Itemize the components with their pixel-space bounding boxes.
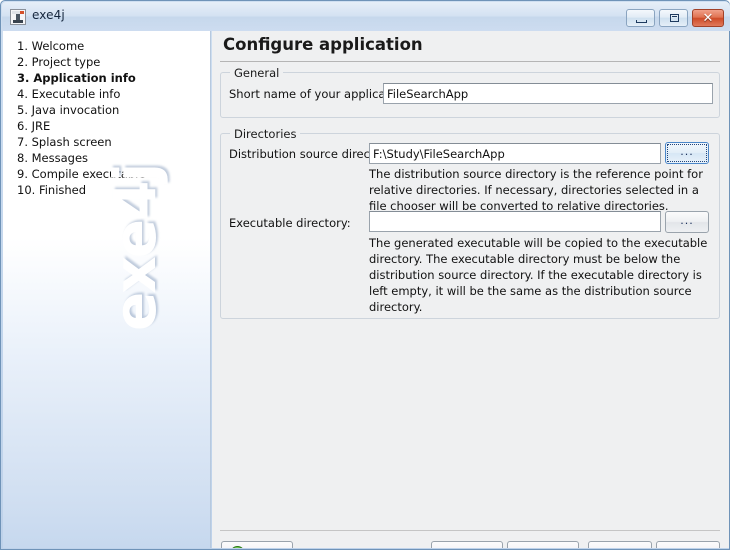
finish-button-label: Finish <box>589 546 651 548</box>
close-icon: ✕ <box>702 11 714 26</box>
executable-directory-label: Executable directory: <box>229 216 351 230</box>
help-button[interactable]: Help <box>221 541 293 548</box>
maximize-icon <box>670 14 679 22</box>
help-button-label: Help <box>242 546 288 548</box>
app-icon <box>10 9 26 25</box>
back-button[interactable]: Back <box>431 541 503 548</box>
ellipsis-icon: ... <box>680 145 694 158</box>
executable-directory-help: The generated executable will be copied … <box>369 236 708 314</box>
distribution-source-directory-help: The distribution source directory is the… <box>369 167 703 213</box>
directories-group-legend: Directories <box>230 127 301 141</box>
executable-directory-browse-button[interactable]: ... <box>665 211 709 233</box>
main-content-panel: Configure application General Short name… <box>212 31 729 548</box>
next-button-label: Next <box>508 546 564 548</box>
cancel-button[interactable]: Cancel <box>656 541 720 548</box>
title-divider <box>220 61 720 62</box>
sidebar-item-messages[interactable]: 8. Messages <box>17 151 88 165</box>
sidebar-item-java-invocation[interactable]: 5. Java invocation <box>17 103 119 117</box>
minimize-icon <box>636 20 647 23</box>
sidebar-item-executable-info[interactable]: 4. Executable info <box>17 87 120 101</box>
page-title: Configure application <box>223 35 423 54</box>
sidebar-item-finished[interactable]: 10. Finished <box>17 183 86 197</box>
sidebar-item-compile-executable[interactable]: 9. Compile executable <box>17 167 145 181</box>
exe4j-watermark: exe4j <box>101 164 169 331</box>
wizard-step-sidebar: 1. Welcome 2. Project type 3. Applicatio… <box>3 31 211 548</box>
distribution-source-directory-input[interactable] <box>369 143 661 164</box>
sidebar-item-application-info[interactable]: 3. Application info <box>17 71 136 85</box>
ellipsis-icon: ... <box>680 214 694 227</box>
title-bar: exe4j ✕ <box>2 2 730 31</box>
sidebar-item-splash-screen[interactable]: 7. Splash screen <box>17 135 112 149</box>
sidebar-item-jre[interactable]: 6. JRE <box>17 119 50 133</box>
short-name-input[interactable] <box>383 83 713 104</box>
sidebar-item-project-type[interactable]: 2. Project type <box>17 55 100 69</box>
back-button-label: Back <box>446 546 502 548</box>
finish-button[interactable]: Finish <box>588 541 652 548</box>
sidebar-item-welcome[interactable]: 1. Welcome <box>17 39 84 53</box>
distribution-source-directory-browse-button[interactable]: ... <box>665 142 709 164</box>
close-button[interactable]: ✕ <box>692 9 724 27</box>
executable-directory-input[interactable] <box>369 211 661 232</box>
minimize-button[interactable] <box>626 9 655 27</box>
application-window: exe4j ✕ 1. Welcome 2. Project type 3. Ap… <box>0 0 730 550</box>
next-button[interactable]: Next <box>507 541 579 548</box>
window-title: exe4j <box>32 8 65 22</box>
footer-divider <box>220 530 720 531</box>
cancel-button-label: Cancel <box>657 546 719 548</box>
general-group-legend: General <box>230 66 284 80</box>
maximize-button[interactable] <box>659 9 688 27</box>
